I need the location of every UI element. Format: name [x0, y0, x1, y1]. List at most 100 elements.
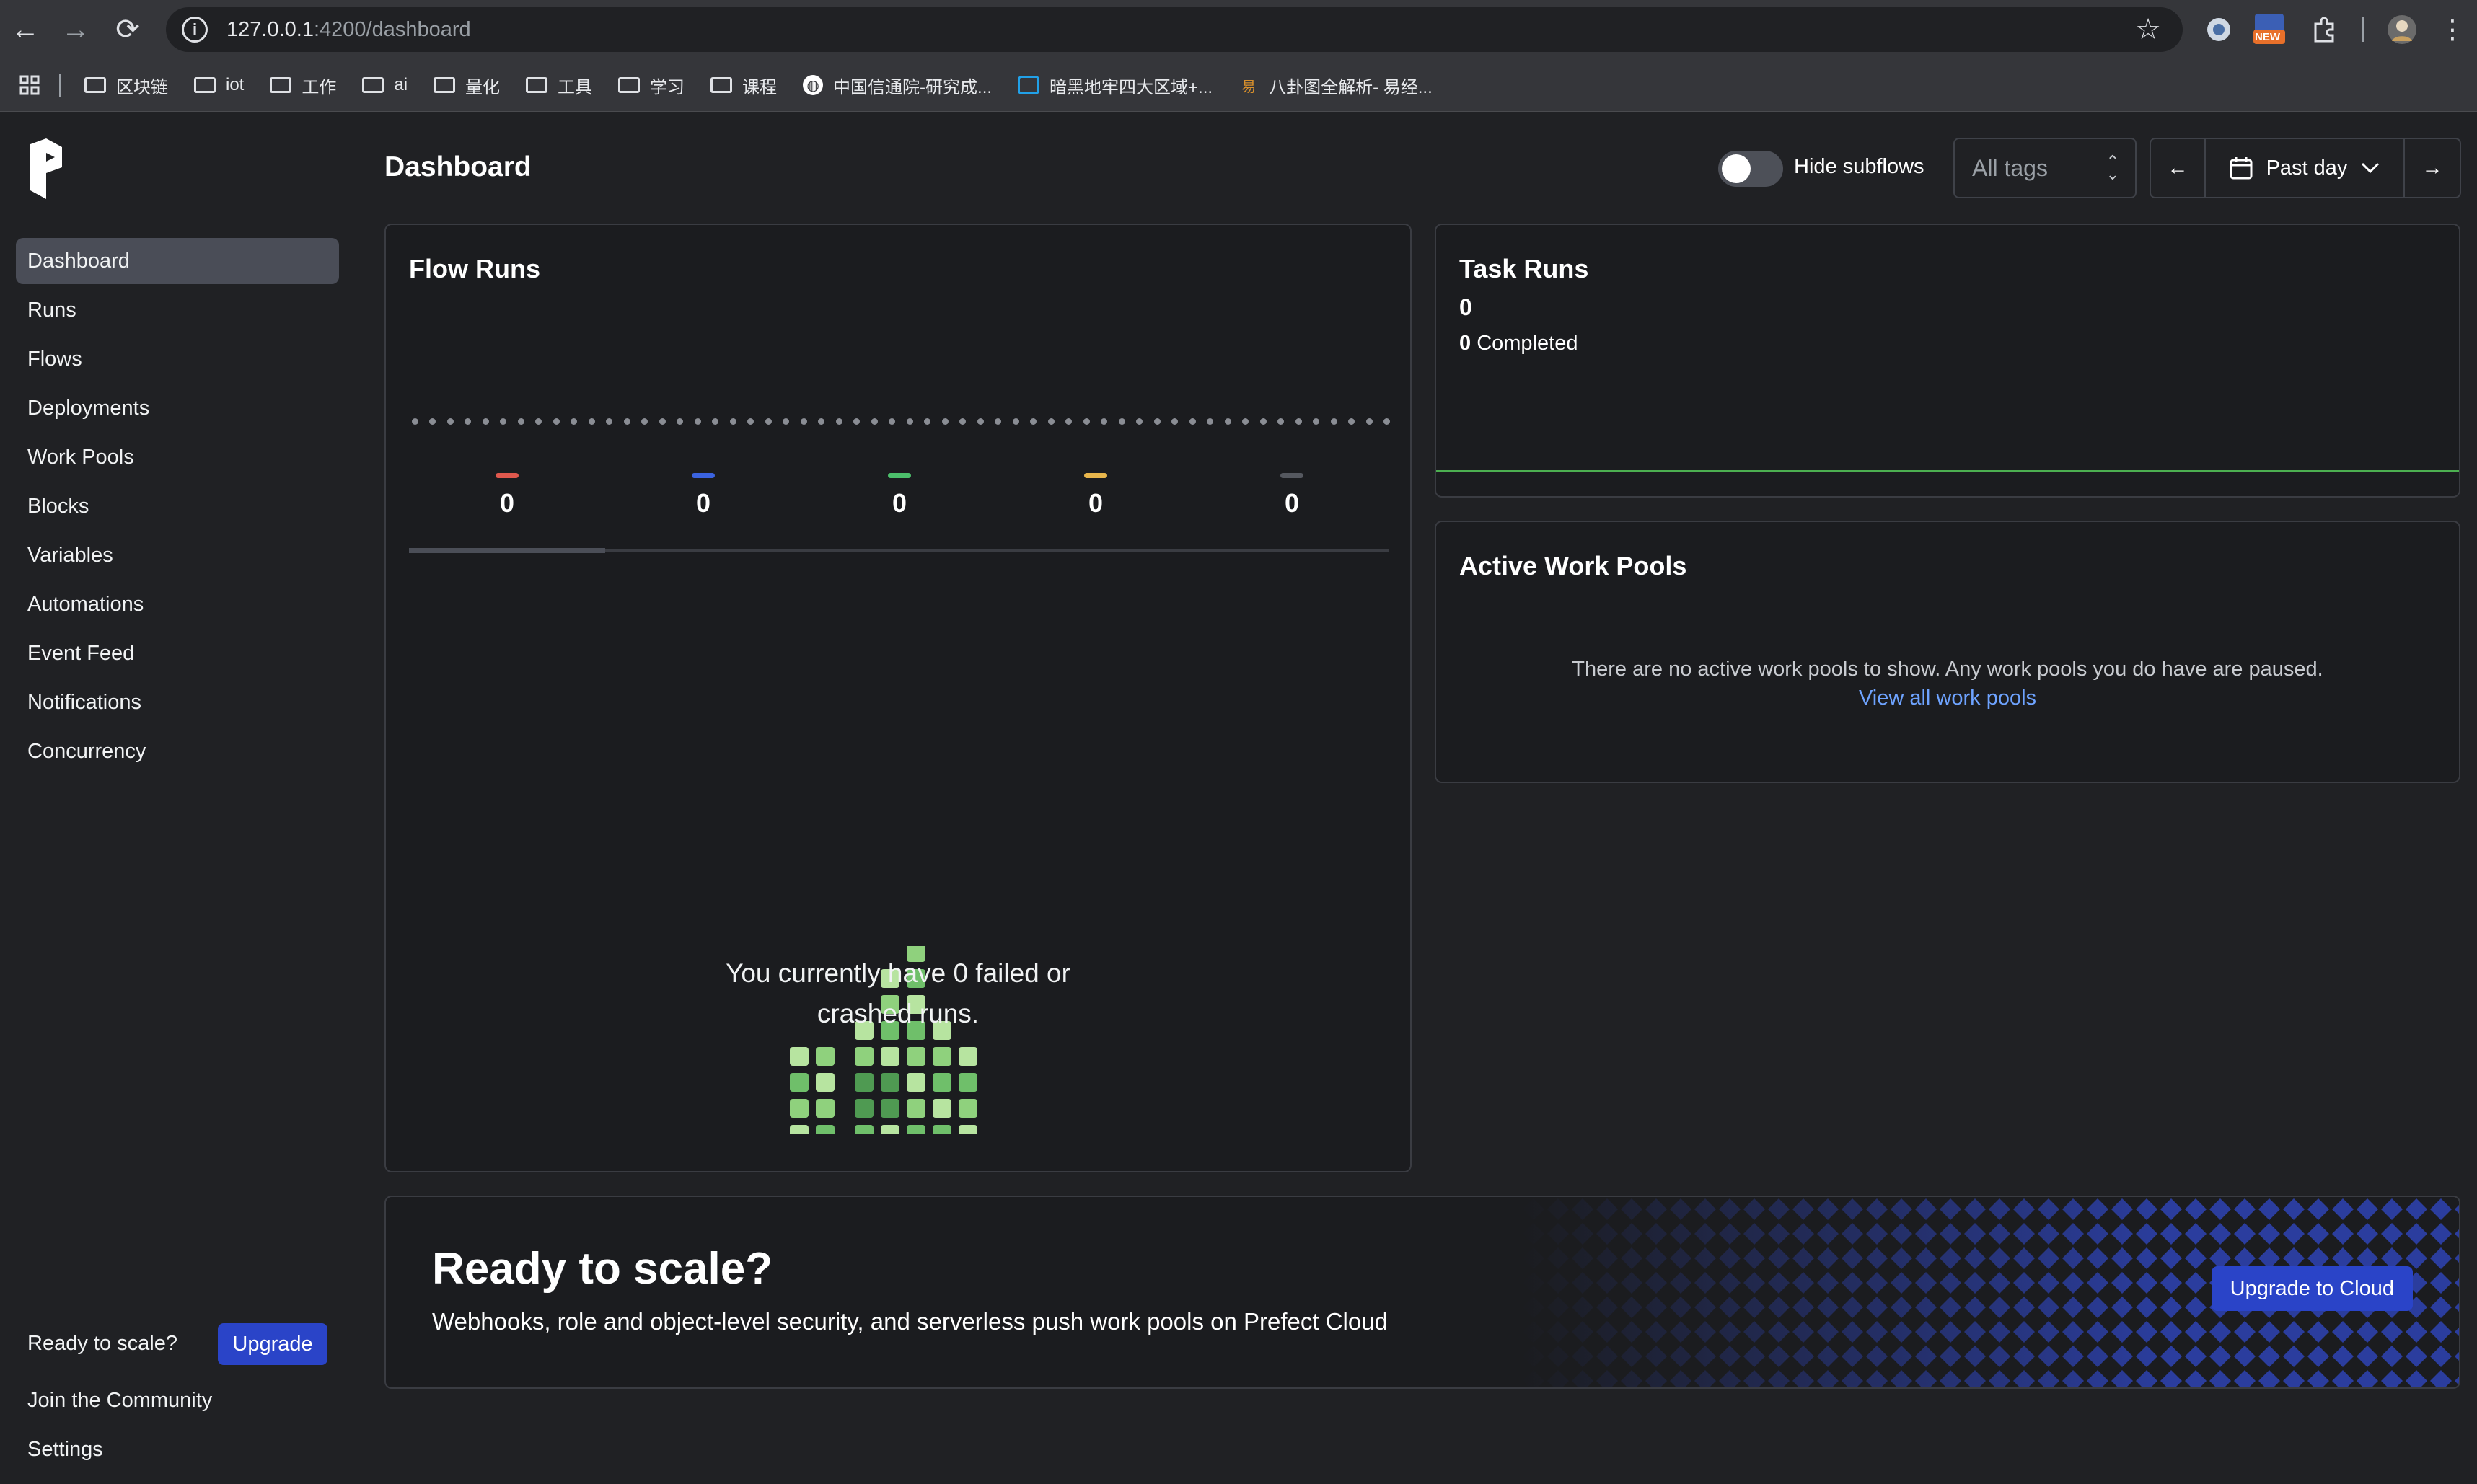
view-all-work-pools-link[interactable]: View all work pools: [1859, 686, 2036, 710]
grid-square: [790, 1099, 809, 1118]
ready-to-scale-label: Ready to scale?: [27, 1332, 177, 1355]
globe-icon: ◍: [803, 75, 824, 95]
sidebar-item-automations[interactable]: Automations: [16, 581, 339, 627]
range-previous-button[interactable]: ←: [2151, 139, 2206, 197]
folder-icon: [362, 77, 384, 93]
timeline-dot: [712, 418, 719, 425]
grid-square: [790, 1125, 809, 1134]
stat-running[interactable]: 0: [605, 473, 801, 518]
sidebar-item-notifications[interactable]: Notifications: [16, 679, 339, 725]
folder-icon: [270, 77, 292, 93]
sidebar-item-join-community[interactable]: Join the Community: [16, 1377, 339, 1423]
upgrade-button[interactable]: Upgrade: [218, 1323, 327, 1365]
range-select-button[interactable]: Past day: [2206, 139, 2405, 197]
task-runs-completed: 0 Completed: [1459, 332, 1578, 355]
bookmark-folder[interactable]: 区块链: [71, 58, 181, 112]
grid-square: [816, 1073, 835, 1092]
apps-grid-icon: [19, 75, 40, 95]
timeline-dot: [694, 418, 701, 425]
bookmark-folder[interactable]: 量化: [421, 58, 513, 112]
extension-new-icon[interactable]: NEW: [2252, 12, 2287, 47]
grid-square: [816, 1125, 835, 1134]
sidebar-item-work-pools[interactable]: Work Pools: [16, 434, 339, 480]
sidebar-item-variables[interactable]: Variables: [16, 532, 339, 578]
grid-square: [855, 1125, 874, 1134]
prefect-logo-icon[interactable]: [25, 138, 68, 199]
bookmark-folder[interactable]: 工作: [257, 58, 349, 112]
bookmark-folder[interactable]: 工具: [513, 58, 605, 112]
browser-menu-icon[interactable]: ⋮: [2435, 12, 2470, 47]
sidebar-item-dashboard[interactable]: Dashboard: [16, 238, 339, 284]
timeline-dot: [959, 418, 967, 425]
reload-button[interactable]: ⟳: [102, 0, 153, 59]
extension-circle-icon[interactable]: [2201, 12, 2236, 47]
timeline-dot: [588, 418, 595, 425]
grid-square: [907, 1099, 925, 1118]
arrow-left-icon: ←: [2167, 156, 2188, 180]
flow-runs-title: Flow Runs: [409, 254, 540, 283]
site-info-icon[interactable]: i: [182, 17, 208, 43]
range-next-button[interactable]: →: [2405, 139, 2460, 197]
timeline-dot: [553, 418, 560, 425]
grid-square: [855, 1099, 874, 1118]
timeline-dot: [871, 418, 878, 425]
timeline-dot: [906, 418, 913, 425]
sidebar-item-blocks[interactable]: Blocks: [16, 483, 339, 529]
arrow-left-icon: ←: [11, 13, 40, 45]
bookmark-link[interactable]: 易八卦图全解析- 易经...: [1226, 58, 1446, 112]
grid-square: [959, 1073, 977, 1092]
timeline-dot: [995, 418, 1002, 425]
address-bar[interactable]: i 127.0.0.1:4200/dashboard ☆: [166, 7, 2183, 52]
bookmark-link[interactable]: 暗黑地牢四大区域+...: [1005, 58, 1226, 112]
timeline-dot: [1242, 418, 1249, 425]
stat-completed[interactable]: 0: [801, 473, 998, 518]
stat-failed[interactable]: 0: [409, 473, 605, 518]
timeline-dot: [659, 418, 666, 425]
tags-select[interactable]: All tags ⌃ ⌄: [1953, 138, 2137, 198]
bookmark-folder[interactable]: ai: [349, 58, 421, 112]
timeline-dot: [1171, 418, 1179, 425]
apps-button[interactable]: [0, 58, 59, 112]
timeline-dot: [535, 418, 542, 425]
bookmark-star-icon[interactable]: ☆: [2135, 13, 2161, 46]
sidebar-item-concurrency[interactable]: Concurrency: [16, 728, 339, 774]
grid-square: [816, 1047, 835, 1066]
task-runs-card: Task Runs 0 0 Completed: [1435, 224, 2460, 498]
upgrade-to-cloud-button[interactable]: Upgrade to Cloud: [2211, 1266, 2413, 1311]
profile-avatar[interactable]: [2385, 12, 2419, 47]
forward-button[interactable]: →: [50, 0, 101, 59]
task-runs-sparkline: [1436, 470, 2459, 472]
stat-cancelled[interactable]: 0: [1194, 473, 1390, 518]
timeline-dot: [1101, 418, 1108, 425]
sidebar-item-runs[interactable]: Runs: [16, 287, 339, 333]
back-button[interactable]: ←: [0, 0, 50, 59]
bookmark-folder[interactable]: 课程: [698, 58, 790, 112]
upgrade-banner: Ready to scale? Webhooks, role and objec…: [384, 1196, 2460, 1389]
bookmark-folder[interactable]: 学习: [605, 58, 698, 112]
timeline-dot: [1047, 418, 1055, 425]
bookmark-folder[interactable]: iot: [181, 58, 257, 112]
bookmark-link[interactable]: ◍ 中国信通院-研究成...: [790, 58, 1005, 112]
sidebar-item-settings[interactable]: Settings: [16, 1426, 339, 1472]
tags-select-value: All tags: [1972, 154, 2048, 181]
grid-square: [933, 1099, 951, 1118]
stat-late[interactable]: 0: [998, 473, 1194, 518]
url-path: :4200/dashboard: [313, 17, 471, 41]
timeline-dot: [1118, 418, 1125, 425]
work-pools-card: Active Work Pools There are no active wo…: [1435, 521, 2460, 783]
timeline-dot: [818, 418, 825, 425]
folder-icon: [710, 77, 733, 93]
hide-subflows-toggle[interactable]: [1718, 151, 1783, 187]
flow-runs-card: Flow Runs 0 0 0 0 0 You currently have 0…: [384, 224, 1412, 1172]
timeline-dot: [429, 418, 436, 425]
extensions-puzzle-icon[interactable]: [2307, 12, 2341, 47]
banner-text: Webhooks, role and object-level security…: [432, 1308, 1388, 1335]
timeline-dot: [941, 418, 949, 425]
timeline-dot: [446, 418, 454, 425]
timeline-dot: [800, 418, 807, 425]
sidebar-item-flows[interactable]: Flows: [16, 336, 339, 382]
sidebar-item-deployments[interactable]: Deployments: [16, 385, 339, 431]
browser-toolbar: ← → ⟳ i 127.0.0.1:4200/dashboard ☆ NEW ⋮: [0, 0, 2477, 59]
timeline-dot: [571, 418, 578, 425]
sidebar-item-event-feed[interactable]: Event Feed: [16, 630, 339, 676]
